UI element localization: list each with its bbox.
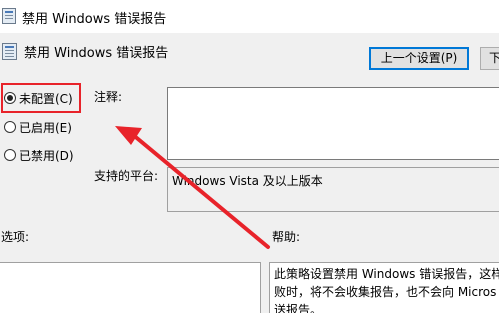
supported-platform-value: Windows Vista 及以上版本 [172, 174, 323, 188]
help-panel: 此策略设置禁用 Windows 错误报告，这样 败时，将不会收集报告，也不会向 … [269, 262, 499, 313]
options-panel [0, 262, 261, 313]
title-bar: 禁用 Windows 错误报告 [0, 0, 499, 33]
help-text-line: 此策略设置禁用 Windows 错误报告，这样 [274, 267, 499, 281]
radio-disabled-indicator[interactable] [4, 149, 16, 161]
next-setting-button[interactable]: 下 [480, 47, 499, 70]
annotation-arrow-head [115, 126, 142, 145]
options-label: 选项: [1, 230, 30, 244]
help-text-line: 送报告。 [274, 303, 323, 313]
comment-textarea[interactable] [167, 87, 499, 160]
setting-title: 禁用 Windows 错误报告 [24, 46, 169, 61]
help-label: 帮助: [272, 230, 301, 244]
policy-setting-icon [2, 43, 17, 60]
radio-enabled[interactable]: 已启用(E) [4, 118, 72, 136]
annotation-highlight-box [1, 83, 81, 113]
help-text-line: 败时，将不会收集报告，也不会向 Micros [274, 285, 497, 299]
policy-icon [2, 8, 16, 24]
radio-enabled-indicator[interactable] [4, 121, 16, 133]
radio-enabled-label: 已启用(E) [19, 120, 72, 135]
supported-platform-label: 支持的平台: [94, 169, 159, 183]
comment-label: 注释: [94, 90, 123, 104]
previous-setting-button[interactable]: 上一个设置(P) [369, 47, 469, 70]
radio-disabled-label: 已禁用(D) [19, 148, 74, 163]
radio-disabled[interactable]: 已禁用(D) [4, 146, 74, 164]
window-title: 禁用 Windows 错误报告 [22, 12, 167, 27]
supported-platform-box: Windows Vista 及以上版本 [167, 167, 499, 212]
